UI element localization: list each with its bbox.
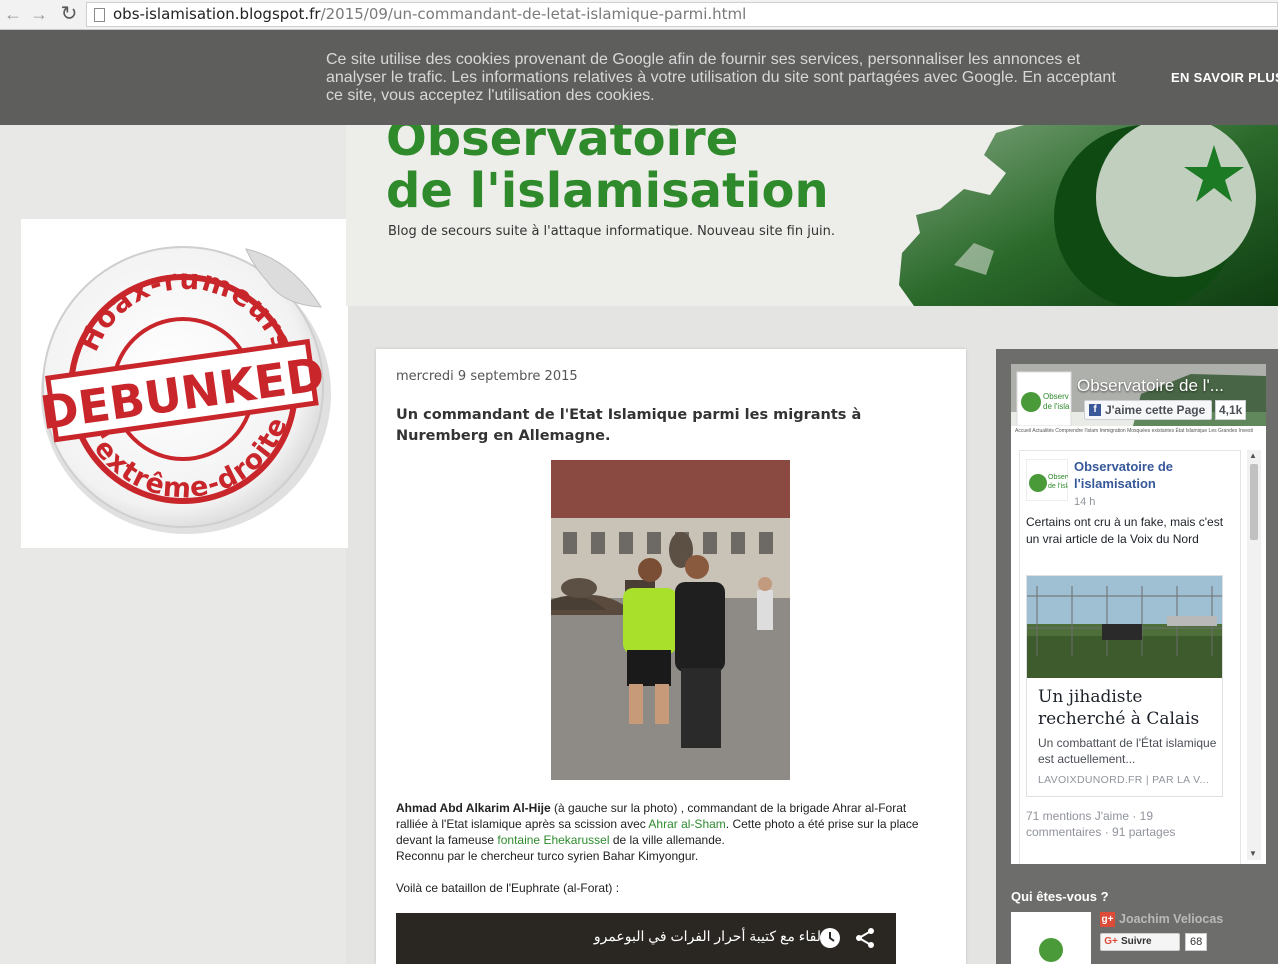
europe-crescent-banner-image	[899, 125, 1278, 306]
follow-button[interactable]: G+ Suivre	[1100, 933, 1180, 951]
post-engagement-stats[interactable]: 71 mentions J'aime · 19 commentaires · 9…	[1026, 808, 1231, 840]
shared-link-card[interactable]: Un jihadiste recherché à Calais Un comba…	[1026, 575, 1223, 797]
link-preview-image	[1027, 576, 1222, 678]
url-host: obs-islamisation.blogspot.fr	[113, 5, 321, 23]
person-name: Ahmad Abd Alkarim Al-Hije	[396, 801, 551, 815]
scroll-up-icon[interactable]: ▲	[1249, 451, 1257, 460]
follow-label: Suivre	[1121, 936, 1152, 947]
url-path: /2015/09/un-commandant-de-letat-islamiqu…	[320, 5, 747, 23]
svg-text:Accueil Actualités Compren: Accueil Actualités Comprendre l'islam Im…	[1015, 427, 1253, 434]
video-title[interactable]: لقاء مع كتيبة أحرار الفرات في البوعمرو	[594, 928, 821, 945]
scroll-down-icon[interactable]: ▼	[1249, 849, 1257, 858]
page-icon	[94, 8, 105, 22]
post-text: Voilà ce bataillon de l'Euphrate (al-For…	[396, 881, 620, 895]
page-avatar[interactable]: Observ de l'isla	[1026, 459, 1068, 501]
embedded-video[interactable]: لقاء مع كتيبة أحرار الفرات في البوعمرو	[396, 913, 896, 964]
svg-text:Observ: Observ	[1043, 392, 1069, 401]
fountain-link[interactable]: fontaine Ehekarussel	[497, 833, 609, 847]
google-plus-icon: G+	[1104, 936, 1118, 947]
facebook-like-count: 4,1k	[1215, 400, 1247, 420]
svg-text:Observ: Observ	[1048, 474, 1068, 481]
clock-icon[interactable]	[819, 927, 841, 949]
browser-toolbar: ← → ↻ obs-islamisation.blogspot.fr/2015/…	[0, 0, 1278, 30]
facebook-post: Observ de l'isla Observatoire de l'islam…	[1019, 450, 1241, 864]
reload-icon[interactable]: ↻	[58, 4, 80, 24]
learn-more-link[interactable]: EN SAVOIR PLUS	[1171, 70, 1278, 85]
author-name[interactable]: Joachim Veliocas	[1119, 912, 1223, 926]
link-title[interactable]: Un jihadiste recherché à Calais	[1038, 686, 1218, 730]
blog-title-line-2: de l'islamisation	[386, 163, 829, 219]
debunked-sticker-image[interactable]: Hoax-rumeurs d'extrême-droite DEBUNKED	[21, 219, 348, 548]
post-text: Reconnu par le chercheur turco syrien Ba…	[396, 849, 699, 863]
blog-title-line-1: Observatoire	[386, 125, 739, 167]
blog-description: Blog de secours suite à l'attaque inform…	[388, 224, 836, 239]
blog-title[interactable]: Observatoire de l'islamisation	[386, 125, 906, 217]
svg-text:de l'isla: de l'isla	[1048, 483, 1068, 490]
link-description: Un combattant de l'État islamique est ac…	[1038, 736, 1217, 766]
back-arrow-icon[interactable]: ←	[2, 4, 24, 24]
post-timestamp[interactable]: 14 h	[1074, 496, 1095, 508]
author-avatar[interactable]	[1011, 912, 1091, 964]
blog-header: Observatoire de l'islamisation Blog de s…	[346, 125, 1278, 306]
cookie-banner: Ce site utilise des cookies provenant de…	[0, 30, 1278, 125]
blog-post: mercredi 9 septembre 2015 Un commandant …	[376, 349, 966, 964]
post-body: Ahmad Abd Alkarim Al-Hije (à gauche sur …	[396, 800, 941, 896]
facebook-like-page-button[interactable]: f J'aime cette Page	[1084, 400, 1212, 420]
post-date: mercredi 9 septembre 2015	[396, 369, 578, 384]
link-source: LAVOIXDUNORD.FR | PAR LA V...	[1038, 774, 1210, 786]
ahrar-al-sham-link[interactable]: Ahrar al-Sham	[648, 817, 725, 831]
cookie-notice-text: Ce site utilise des cookies provenant de…	[326, 51, 1116, 104]
post-photo[interactable]	[551, 460, 790, 780]
like-button-label: J'aime cette Page	[1105, 403, 1206, 417]
sidebar: Observ de l'isla Accueil Actualités Comp…	[996, 349, 1278, 964]
forward-arrow-icon[interactable]: →	[28, 4, 50, 24]
widget-scrollbar[interactable]: ▲ ▼	[1247, 450, 1261, 860]
about-me-heading: Qui êtes-vous ?	[1011, 889, 1109, 904]
facebook-post-text: Certains ont cru à un fake, mais c'est u…	[1026, 515, 1224, 546]
post-title[interactable]: Un commandant de l'Etat Islamique parmi …	[396, 405, 936, 447]
follower-count: 68	[1185, 933, 1208, 951]
google-plus-icon: g+	[1100, 912, 1115, 927]
share-icon[interactable]	[854, 927, 876, 949]
svg-text:de l'isla: de l'isla	[1043, 402, 1070, 411]
facebook-cover-image[interactable]: Observ de l'isla Accueil Actualités Comp…	[1011, 364, 1266, 434]
post-text: de la ville allemande.	[609, 833, 725, 847]
scrollbar-thumb[interactable]	[1250, 464, 1258, 540]
post-author-link[interactable]: Observatoire de l'islamisation	[1074, 458, 1234, 492]
facebook-logo-icon: f	[1089, 404, 1101, 416]
facebook-page-widget: Observ de l'isla Accueil Actualités Comp…	[1011, 364, 1266, 864]
facebook-page-name[interactable]: Observatoire de l'...	[1077, 376, 1232, 396]
address-bar[interactable]: obs-islamisation.blogspot.fr/2015/09/un-…	[86, 2, 1278, 27]
